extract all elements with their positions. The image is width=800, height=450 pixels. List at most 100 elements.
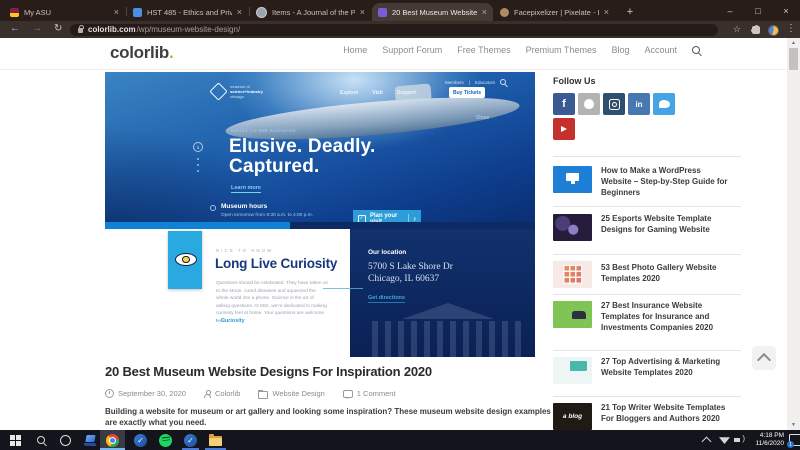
social-row: f in <box>553 93 675 115</box>
instagram-icon[interactable] <box>603 93 625 115</box>
museum-building-pediment <box>402 303 494 319</box>
sidebar-post-link[interactable]: 27 Best Insurance Website Templates for … <box>601 300 729 333</box>
divider <box>553 350 741 351</box>
scrollbar-up-arrow[interactable]: ▲ <box>787 38 800 48</box>
reload-icon[interactable]: ↻ <box>54 24 62 34</box>
github-icon[interactable] <box>578 93 600 115</box>
nav-account[interactable]: Account <box>644 45 677 55</box>
category-folder-icon <box>258 391 268 399</box>
tray-time: 4:18 PM <box>742 432 784 440</box>
tab-close-icon[interactable]: × <box>482 8 487 17</box>
article-category[interactable]: Website Design <box>272 389 324 398</box>
slider-dot[interactable] <box>197 158 199 160</box>
browser-tab[interactable]: My ASU × <box>4 3 125 21</box>
sidebar-post-link[interactable]: 21 Top Writer Website Templates For Blog… <box>601 402 729 424</box>
divider <box>553 294 741 295</box>
todo-app-button[interactable]: ✓ <box>128 430 153 450</box>
article-comments[interactable]: 1 Comment <box>357 389 396 398</box>
post-thumbnail[interactable] <box>553 261 592 288</box>
twitter-icon[interactable] <box>653 93 675 115</box>
article-excerpt: Building a website for museum or art gal… <box>105 406 557 428</box>
linkedin-icon[interactable]: in <box>628 93 650 115</box>
scrollbar-down-arrow[interactable]: ▼ <box>787 420 800 430</box>
nav-home[interactable]: Home <box>343 45 367 55</box>
bookmark-star-icon[interactable]: ☆ <box>733 24 741 34</box>
search-icon[interactable] <box>692 46 700 54</box>
nav-support-forum[interactable]: Support Forum <box>382 45 442 55</box>
browser-tab[interactable]: HST 485 - Ethics and Privacy As × <box>127 3 248 21</box>
nav-premium-themes[interactable]: Premium Themes <box>526 45 597 55</box>
window-minimize-button[interactable]: – <box>716 0 744 21</box>
browser-menu-icon[interactable]: ⋮ <box>786 24 796 34</box>
sidebar-post-link[interactable]: How to Make a WordPress Website – Step-b… <box>601 165 729 198</box>
taskbar-search-button[interactable] <box>28 430 53 450</box>
extensions-puzzle-icon[interactable] <box>752 26 760 34</box>
museum-nav-visit[interactable]: Visit <box>372 90 382 96</box>
share-link[interactable]: Share <box>476 115 489 121</box>
nav-free-themes[interactable]: Free Themes <box>457 45 510 55</box>
lock-icon <box>78 28 83 33</box>
post-thumbnail[interactable] <box>553 214 592 241</box>
buy-tickets-button[interactable]: Buy Tickets <box>449 87 485 98</box>
action-center-button[interactable]: 1 <box>783 430 800 450</box>
post-thumbnail[interactable] <box>553 357 592 384</box>
post-thumbnail[interactable]: a blog <box>553 403 592 430</box>
sidebar-post-link[interactable]: 25 Esports Website Template Designs for … <box>601 213 729 235</box>
learn-more-link[interactable]: Learn more <box>231 185 261 193</box>
facebook-icon[interactable]: f <box>553 93 575 115</box>
museum-hours-title: Museum hours <box>221 203 267 210</box>
start-button[interactable] <box>3 430 28 450</box>
tab-close-icon[interactable]: × <box>114 8 119 17</box>
eye-sticker <box>168 231 202 289</box>
todo-app-button-2[interactable]: ✓ <box>178 430 203 450</box>
file-explorer-button[interactable] <box>203 430 228 450</box>
spotify-taskbar-button[interactable] <box>153 430 178 450</box>
address-bar[interactable]: colorlib.com/wp/museum-website-design/ <box>70 24 718 36</box>
cortana-button[interactable] <box>53 430 78 450</box>
browser-tab[interactable]: Facepixelizer | Pixelate - Blur - A × <box>494 3 615 21</box>
browser-tab-active[interactable]: 20 Best Museum Website Design × <box>372 3 493 21</box>
globe-favicon-icon <box>256 7 267 18</box>
museum-nav-support[interactable]: Support <box>397 90 416 96</box>
window-maximize-button[interactable]: □ <box>744 0 772 21</box>
sidebar-post-link[interactable]: 27 Top Advertising & Marketing Website T… <box>601 356 729 378</box>
notification-icon: 1 <box>789 434 800 446</box>
profile-avatar[interactable] <box>768 25 779 36</box>
tab-title: Items - A Journal of the Plague Y <box>272 8 355 17</box>
youtube-icon[interactable] <box>553 118 575 140</box>
scrollbar-track[interactable] <box>787 38 800 430</box>
taskbar-clock[interactable]: 4:18 PM 11/6/2020 <box>742 432 784 448</box>
browser-tab[interactable]: Items - A Journal of the Plague Y × <box>250 3 371 21</box>
hero-kicker: Exhibit / U-505 Submarine <box>231 128 296 133</box>
tab-close-icon[interactable]: × <box>360 8 365 17</box>
check-circle-icon: ✓ <box>184 434 197 447</box>
curiosity-link[interactable]: ›Curiosity <box>216 318 245 324</box>
tab-close-icon[interactable]: × <box>604 8 609 17</box>
post-thumbnail[interactable] <box>553 166 592 193</box>
article-author[interactable]: Colorlib <box>215 389 240 398</box>
museum-members-link[interactable]: Members <box>445 80 464 85</box>
scrollbar-thumb[interactable] <box>789 48 798 70</box>
get-directions-link[interactable]: Get directions <box>368 295 405 303</box>
tab-close-icon[interactable]: × <box>237 8 242 17</box>
notification-badge: 1 <box>787 441 794 448</box>
sidebar-post-link[interactable]: 53 Best Photo Gallery Website Templates … <box>601 262 729 284</box>
window-close-button[interactable]: × <box>772 0 800 21</box>
post-thumbnail[interactable] <box>553 301 592 328</box>
asu-favicon-icon <box>10 8 19 17</box>
museum-hours-text: Open tomorrow from 9:30 a.m. to 4:00 p.m… <box>221 213 313 218</box>
colorlib-logo[interactable]: colorlib. <box>110 43 173 63</box>
museum-educators-link[interactable]: Educators <box>475 80 495 85</box>
forward-icon[interactable]: → <box>32 24 42 34</box>
slider-dot[interactable] <box>197 164 199 166</box>
new-tab-button[interactable]: + <box>622 4 638 20</box>
nav-blog[interactable]: Blog <box>611 45 629 55</box>
back-icon[interactable]: ← <box>10 24 20 34</box>
museum-nav-explore[interactable]: Explore <box>340 90 358 96</box>
scroll-to-top-button[interactable] <box>752 346 776 370</box>
slider-dot[interactable] <box>197 170 199 172</box>
url-domain: colorlib.com <box>88 25 136 34</box>
chrome-taskbar-button[interactable] <box>100 430 125 450</box>
tab-title: HST 485 - Ethics and Privacy As <box>147 8 232 17</box>
museum-search-icon[interactable] <box>500 79 506 85</box>
